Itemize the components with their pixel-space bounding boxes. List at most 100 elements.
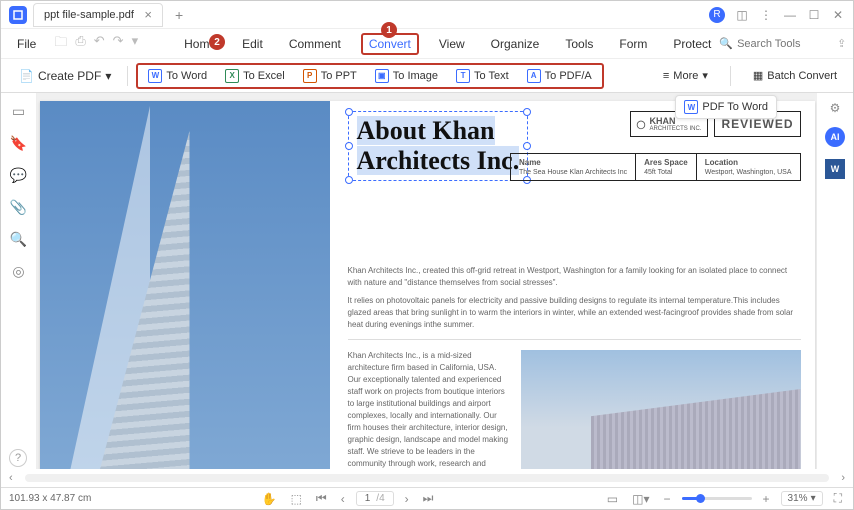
zoom-slider[interactable] [682, 497, 752, 500]
new-tab-button[interactable]: + [169, 7, 189, 23]
view-mode-2-icon[interactable]: ◫▾ [629, 492, 652, 506]
batch-convert-button[interactable]: ▦ Batch Convert [747, 67, 843, 84]
redo-icon[interactable]: ↷ [113, 33, 124, 55]
pdf-to-word-floating-button[interactable]: W PDF To Word [675, 95, 777, 119]
menu-dots-icon[interactable]: ⋮ [759, 8, 773, 22]
scroll-left-icon[interactable]: ‹ [9, 472, 13, 484]
layers-icon[interactable]: ◎ [11, 263, 27, 279]
print-icon[interactable]: ⎙ [75, 33, 85, 55]
horizontal-scrollbar: ‹ › [1, 469, 853, 487]
undo-icon[interactable]: ↶ [94, 33, 105, 55]
open-icon[interactable]: 🗀 [54, 33, 67, 55]
left-sidebar: ▭ 🔖 💬 📎 🔍 ◎ [1, 93, 37, 469]
to-image-icon: ▣ [375, 69, 389, 83]
hand-tool-icon[interactable]: ✋ [259, 492, 280, 506]
close-tab-icon[interactable]: × [144, 7, 152, 22]
ribbon-tab-protect[interactable]: Protect [667, 33, 717, 55]
chevron-down-icon: ▾ [811, 493, 816, 504]
help-icon[interactable]: ? [9, 449, 27, 467]
info-table: NameThe Sea House Klan Architects IncAre… [510, 153, 801, 181]
view-mode-1-icon[interactable]: ▭ [604, 492, 621, 506]
paragraph: Khan Architects Inc., is a mid-sized arc… [348, 350, 509, 469]
search-panel-icon[interactable]: 🔍 [11, 231, 27, 247]
paragraph: It relies on photovoltaic panels for ele… [348, 295, 801, 331]
create-pdf-button[interactable]: 📄 Create PDF ▾ [11, 66, 119, 86]
more-icon: ≡ [663, 70, 669, 82]
ribbon-tab-organize[interactable]: Organize [485, 33, 546, 55]
create-pdf-icon: 📄 [19, 69, 34, 83]
minimize-icon[interactable]: — [783, 8, 797, 22]
bookmarks-icon[interactable]: 🔖 [11, 135, 27, 151]
selection-handle[interactable] [345, 108, 353, 116]
maximize-icon[interactable]: ☐ [807, 8, 821, 22]
next-page-icon[interactable]: › [402, 492, 412, 506]
logo-mark-icon: ◯ [637, 120, 646, 129]
selection-handle[interactable] [523, 142, 531, 150]
ribbon-tabs: HomeEditCommentConvertViewOrganizeToolsF… [178, 33, 717, 55]
ribbon-tab-view[interactable]: View [433, 33, 471, 55]
annotation-badge-2: 2 [209, 34, 225, 50]
zoom-out-icon[interactable]: − [661, 492, 674, 506]
titlebar: ppt file-sample.pdf × + R ◫ ⋮ — ☐ ✕ [1, 1, 853, 29]
convert-to-word-button[interactable]: WTo Word [142, 67, 213, 85]
scroll-right-icon[interactable]: › [841, 472, 845, 484]
divider [730, 66, 731, 86]
word-icon: W [684, 100, 698, 114]
ribbon-tab-tools[interactable]: Tools [559, 33, 599, 55]
batch-icon: ▦ [753, 69, 763, 82]
selection-handle[interactable] [345, 142, 353, 150]
first-page-icon[interactable]: ⏮ [313, 491, 330, 506]
ribbon-tab-edit[interactable]: Edit [236, 33, 269, 55]
divider [127, 66, 128, 86]
comments-icon[interactable]: 💬 [11, 167, 27, 183]
selection-handle[interactable] [345, 176, 353, 184]
search-tools[interactable]: 🔍 [719, 37, 827, 50]
settings-icon[interactable]: ⚙ [830, 101, 841, 115]
cloud-icon[interactable]: ⇪ [837, 37, 846, 50]
selected-text-block[interactable]: About KhanArchitects Inc. [348, 111, 529, 181]
fullscreen-icon[interactable]: ⛶ [831, 491, 845, 506]
zoom-readout[interactable]: 31% ▾ [781, 491, 823, 506]
more-button[interactable]: ≡ More ▾ [657, 67, 714, 84]
convert-to-excel-button[interactable]: XTo Excel [219, 67, 291, 85]
ribbon-tab-comment[interactable]: Comment [283, 33, 347, 55]
document-tab-title: ppt file-sample.pdf [44, 9, 134, 21]
search-icon: 🔍 [719, 37, 733, 50]
document-canvas[interactable]: W PDF To Word About KhanArchitects Inc. [37, 93, 817, 469]
to-ppt-icon: P [303, 69, 317, 83]
ai-badge-icon[interactable]: AI [825, 127, 845, 147]
to-excel-icon: X [225, 69, 239, 83]
page-indicator[interactable]: 1 /4 [356, 491, 394, 506]
convert-buttons-group: WTo Word XTo Excel PTo PPT ▣To Image TTo Tex… [136, 63, 603, 89]
document-tab[interactable]: ppt file-sample.pdf × [33, 3, 163, 27]
to-text-icon: T [456, 69, 470, 83]
to-word-icon: W [148, 69, 162, 83]
search-input[interactable] [737, 38, 827, 50]
close-window-icon[interactable]: ✕ [831, 8, 845, 22]
user-avatar[interactable]: R [709, 7, 725, 23]
document-title: About KhanArchitects Inc. [357, 116, 520, 176]
dimensions-readout: 101.93 x 47.87 cm [9, 493, 91, 504]
file-menu[interactable]: File [9, 37, 44, 51]
zoom-in-icon[interactable]: + [760, 492, 773, 506]
attachments-icon[interactable]: 📎 [11, 199, 27, 215]
chevron-down-icon: ▾ [105, 69, 111, 83]
panel-icon[interactable]: ◫ [735, 8, 749, 22]
app-logo-icon [9, 6, 27, 24]
thumbnails-icon[interactable]: ▭ [11, 103, 27, 119]
building-image [521, 350, 801, 469]
select-tool-icon[interactable]: ⬚ [288, 492, 305, 506]
info-cell: Ares Space45ft Total [636, 154, 697, 180]
convert-to-ppt-button[interactable]: PTo PPT [297, 67, 363, 85]
convert-to-text-button[interactable]: TTo Text [450, 67, 515, 85]
convert-to-image-button[interactable]: ▣To Image [369, 67, 444, 85]
save-icon[interactable]: ▾ [132, 33, 139, 55]
ribbon-tab-form[interactable]: Form [613, 33, 653, 55]
last-page-icon[interactable]: ⏭ [420, 491, 437, 506]
word-badge-icon[interactable]: W [825, 159, 845, 179]
prev-page-icon[interactable]: ‹ [338, 492, 348, 506]
scrollbar-track[interactable] [25, 474, 830, 482]
to-pdf/a-icon: A [527, 69, 541, 83]
selection-handle[interactable] [523, 108, 531, 116]
convert-to-pdf/a-button[interactable]: ATo PDF/A [521, 67, 598, 85]
